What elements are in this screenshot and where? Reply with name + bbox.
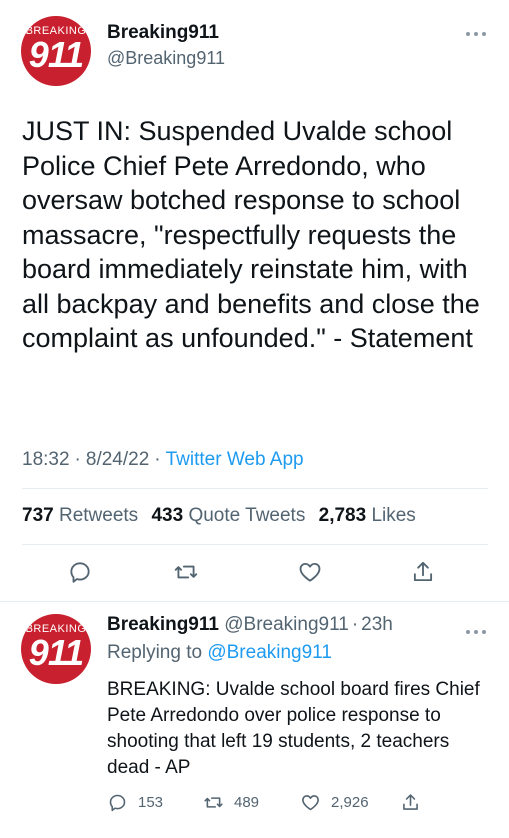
- reply-avatar[interactable]: BREAKING 911: [21, 614, 91, 684]
- engagement-stats: 737 Retweets 433 Quote Tweets 2,783 Like…: [22, 505, 416, 527]
- reply-icon: [70, 562, 90, 583]
- like-button[interactable]: [293, 555, 327, 589]
- avatar[interactable]: BREAKING 911: [21, 16, 91, 86]
- avatar-logo-number: 911: [28, 632, 84, 673]
- more-options-icon[interactable]: [465, 622, 487, 638]
- likes-count: 2,783: [318, 505, 367, 526]
- retweet-icon: [204, 796, 223, 808]
- reply-reply-button[interactable]: 153: [107, 789, 163, 815]
- reply-share-button[interactable]: [400, 789, 431, 815]
- divider: [22, 488, 488, 489]
- reply-display-name[interactable]: Breaking911: [107, 614, 219, 635]
- retweet-count: 489: [234, 793, 260, 811]
- quote-tweets-stat[interactable]: 433 Quote Tweets: [151, 505, 305, 526]
- reply-text: BREAKING: Uvalde school board fires Chie…: [107, 679, 480, 778]
- user-handle[interactable]: @Breaking911: [107, 48, 225, 69]
- reply-icon: [109, 794, 126, 811]
- divider: [0, 601, 509, 602]
- tweet-client[interactable]: Twitter Web App: [166, 449, 304, 470]
- tweet-time[interactable]: 18:32: [22, 449, 70, 470]
- heart-icon: [302, 794, 319, 810]
- retweets-count: 737: [22, 505, 54, 526]
- share-icon: [403, 793, 418, 810]
- avatar-logo-number: 911: [28, 34, 84, 75]
- heart-icon: [299, 562, 321, 582]
- replying-to: Replying to @Breaking911: [107, 642, 332, 664]
- divider: [22, 544, 488, 545]
- quote-tweets-label: Quote Tweets: [188, 505, 306, 526]
- reply-age[interactable]: 23h: [361, 614, 393, 635]
- like-count: 2,926: [331, 793, 369, 811]
- reply-like-button[interactable]: 2,926: [300, 789, 369, 815]
- tweet-text: JUST IN: Suspended Uvalde school Police …: [22, 116, 480, 353]
- retweets-stat[interactable]: 737 Retweets: [22, 505, 138, 526]
- retweet-icon: [174, 565, 198, 579]
- tweet-date[interactable]: 8/24/22: [86, 449, 149, 470]
- reply-button[interactable]: [63, 555, 97, 589]
- meta-separator: ·: [351, 614, 359, 635]
- reply-header: Breaking911 @Breaking911 · 23h: [107, 614, 393, 636]
- display-name[interactable]: Breaking911: [107, 22, 219, 44]
- retweets-label: Retweets: [58, 505, 139, 526]
- retweet-button[interactable]: [169, 555, 203, 589]
- share-icon: [413, 561, 433, 582]
- likes-stat[interactable]: 2,783 Likes: [319, 505, 416, 526]
- more-options-icon[interactable]: [465, 24, 487, 40]
- reply-handle[interactable]: @Breaking911: [224, 614, 349, 635]
- replying-to-label: Replying to: [107, 642, 203, 663]
- mention-link[interactable]: @Breaking911: [207, 642, 332, 663]
- meta-separator: ·: [154, 449, 161, 470]
- reply-count: 153: [138, 793, 164, 811]
- likes-label: Likes: [371, 505, 416, 526]
- reply-retweet-button[interactable]: 489: [203, 789, 259, 815]
- share-button[interactable]: [406, 555, 440, 589]
- meta-separator: ·: [74, 449, 81, 470]
- quote-tweets-count: 433: [151, 505, 184, 526]
- tweet-meta: 18:32 · 8/24/22 · Twitter Web App: [22, 449, 304, 471]
